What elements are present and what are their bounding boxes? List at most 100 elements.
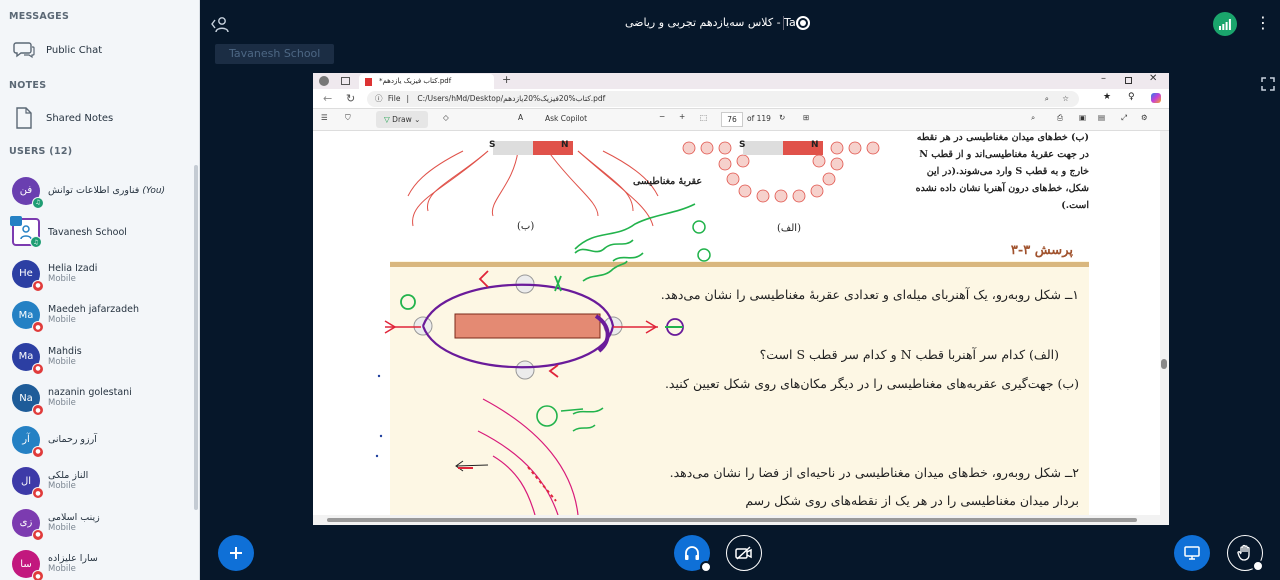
question-1b: (ب) جهت‌گیری عقربه‌های مغناطیسی را در دی… (664, 376, 1079, 391)
avatar: Na ● (12, 384, 44, 417)
user-role: Mobile (48, 315, 76, 326)
screenshare-view: *کتاب فیزیک یازدهم.pdf + – ✕ ← ↻ ⓘ File |… (313, 73, 1169, 525)
screen-share-button[interactable] (1174, 535, 1210, 571)
public-chat-item[interactable]: Public Chat (0, 34, 192, 66)
user-name: Mahdis (48, 345, 82, 357)
back-icon[interactable]: ← (323, 92, 332, 105)
user-item[interactable]: Ma ● Mahdis Mobile (0, 336, 192, 378)
zoom-in-icon[interactable]: + (679, 112, 685, 121)
user-name: Helia Izadi (48, 262, 98, 274)
avatar: فن ♫ (12, 176, 44, 209)
filter-icon[interactable]: ⛉ (345, 113, 351, 123)
close-button[interactable]: ✕ (1149, 73, 1157, 84)
muted-mic-icon: ● (32, 445, 44, 458)
ask-copilot-button[interactable]: Ask Copilot (545, 114, 587, 123)
search-icon[interactable]: ⌕ (1031, 113, 1035, 123)
new-tab-button[interactable]: + (502, 73, 511, 86)
refresh-icon[interactable]: ↻ (346, 92, 355, 105)
user-item[interactable]: Ma ● Maedeh jafarzadeh Mobile (0, 295, 192, 337)
user-item[interactable]: آر ● آرزو رحمانی (0, 419, 192, 461)
video-button[interactable] (726, 535, 762, 571)
draw-button[interactable]: ▽ Draw ⌄ (376, 111, 429, 128)
avatar: زی ● (12, 508, 44, 541)
user-role: Mobile (48, 481, 76, 492)
settings-icon[interactable]: ⚙ (1141, 113, 1148, 122)
user-item[interactable]: He ● Helia Izadi Mobile (0, 253, 192, 295)
sidebar: MESSAGES Public Chat NOTES Shared Notes … (0, 0, 200, 580)
fit-page-icon[interactable]: ⬚ (700, 113, 707, 122)
url-box[interactable]: ⓘ File | C:/Users/hMd/Desktop/کتاب%20فیزی… (367, 91, 1079, 107)
user-name: nazanin golestani (48, 387, 132, 399)
muted-mic-icon: ● (32, 362, 44, 375)
maximize-button[interactable] (1125, 77, 1132, 84)
public-chat-label: Public Chat (46, 44, 103, 56)
headset-icon: ♫ (30, 236, 42, 249)
hand-icon (1237, 544, 1250, 561)
user-item[interactable]: سا ● سارا علیزاده Mobile (0, 544, 192, 580)
user-list-toggle-icon[interactable] (210, 15, 230, 37)
question-1: ۱ــ شکل روبه‌رو، یک آهنربای میله‌ای و تع… (660, 287, 1079, 302)
user-name: Maedeh jafarzadeh (48, 304, 140, 316)
user-item[interactable]: Na ● nazanin golestani Mobile (0, 378, 192, 420)
avatar: He ● (12, 259, 44, 292)
plus-icon (230, 547, 242, 559)
fullscreen-icon[interactable] (1261, 76, 1275, 95)
page-number-input[interactable]: 76 (721, 112, 743, 127)
rotate-icon[interactable]: ↻ (779, 113, 785, 122)
notes-title: NOTES (9, 80, 47, 91)
meeting-title: کلاس سه‌یازدهم تجربی و ریاضی - Ta (625, 16, 796, 29)
raise-hand-button[interactable] (1227, 535, 1264, 572)
user-item[interactable]: فن ♫ فناوری اطلاعات توانش (You) (0, 170, 192, 212)
zoom-icon[interactable]: ⌕ (1045, 91, 1049, 107)
zoom-out-icon[interactable]: − (659, 112, 665, 121)
audio-button[interactable] (674, 535, 712, 573)
magnet-n-label: N (561, 140, 569, 150)
headset-icon: ♫ (32, 196, 44, 209)
user-name: فناوری اطلاعات توانش (48, 184, 140, 196)
browser-tab-bar: *کتاب فیزیک یازدهم.pdf + – ✕ (313, 73, 1169, 89)
user-name: الناز ملکی (48, 470, 89, 482)
save-icon[interactable]: ▣ (1079, 113, 1086, 122)
audio-settings-badge[interactable] (700, 561, 712, 573)
draw-icon: ▽ (384, 115, 390, 124)
pdf-tab[interactable]: *کتاب فیزیک یازدهم.pdf (359, 74, 494, 89)
presenter-name-tag: Tavanesh School (215, 44, 335, 64)
pdf-horizontal-scrollbar[interactable] (313, 515, 1169, 525)
page-view-icon[interactable]: ⊞ (803, 113, 809, 122)
pdf-toolbar: ☰ ⛉ ▽ Draw ⌄ ◇ A Ask Copilot − + ⬚ 76 of… (313, 109, 1169, 131)
favorite-icon[interactable]: ☆ (1062, 91, 1069, 107)
expand-icon[interactable]: ⤢ (1121, 113, 1127, 123)
messages-title: MESSAGES (9, 11, 70, 22)
pdf-file-icon (365, 78, 372, 86)
top-right-caption: (ب) خط‌های میدان مغناطیسی در هر نقطه در … (915, 132, 1089, 211)
minimize-button[interactable]: – (1101, 73, 1106, 84)
connection-status-icon[interactable] (1213, 12, 1237, 36)
user-item[interactable]: ♫ Tavanesh School (0, 212, 192, 254)
user-name: آرزو رحمانی (48, 434, 97, 446)
you-tag: (You) (142, 185, 166, 196)
user-item[interactable]: ال ● الناز ملکی Mobile (0, 461, 192, 503)
copilot-icon[interactable] (1151, 93, 1161, 103)
compass-magnet-n-label: N (811, 140, 819, 150)
sidebar-scrollbar[interactable] (194, 165, 198, 510)
camera-off-icon (735, 546, 752, 560)
favorites-icon[interactable]: ★ (1103, 92, 1111, 102)
figure-a-label: (الف) (777, 223, 801, 234)
pdf-vertical-scrollbar[interactable] (1160, 131, 1169, 515)
browser-logo-icon (319, 76, 329, 86)
profile-icon[interactable]: ♀ (1128, 92, 1135, 102)
user-item[interactable]: زی ● زینب اسلامی Mobile (0, 502, 192, 544)
question-2: ۲ــ شکل روبه‌رو، خط‌های میدان مغناطیسی د… (669, 465, 1079, 508)
contents-icon[interactable]: ☰ (321, 113, 328, 122)
shared-notes-item[interactable]: Shared Notes (0, 102, 192, 134)
reactions-badge[interactable] (1252, 560, 1264, 572)
actions-button[interactable] (218, 535, 254, 571)
read-aloud-icon[interactable]: A (518, 113, 523, 122)
print-icon[interactable]: ⎙ (1057, 113, 1063, 123)
more-options-icon[interactable]: ⋮ (1255, 15, 1271, 31)
eraser-icon[interactable]: ◇ (443, 113, 449, 122)
save-as-icon[interactable]: ▤ (1098, 113, 1105, 122)
tab-list-icon[interactable] (341, 77, 350, 85)
recording-icon[interactable] (796, 16, 810, 30)
compass-magnet-s-label: S (739, 140, 746, 150)
